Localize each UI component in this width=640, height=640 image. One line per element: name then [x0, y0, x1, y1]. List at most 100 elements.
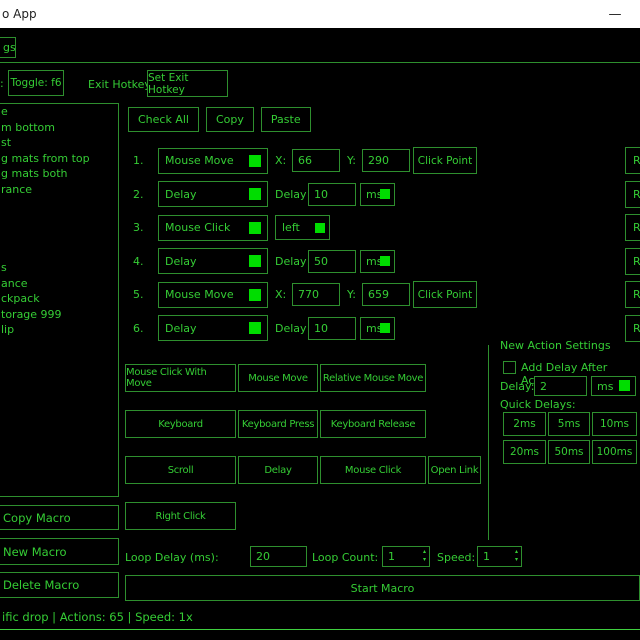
- add-delay-checkbox[interactable]: [503, 361, 516, 374]
- add-action-button-keyboard-press[interactable]: Keyboard Press: [238, 410, 318, 438]
- remove-action-button[interactable]: R: [625, 181, 640, 208]
- action-row: 3. Mouse Click left: [125, 214, 640, 241]
- quick-delay-button-5ms[interactable]: 5ms: [548, 412, 590, 436]
- spinner-arrows-icon[interactable]: ▴▾: [423, 548, 426, 564]
- quick-delay-button-100ms[interactable]: 100ms: [592, 440, 637, 464]
- add-action-button-delay[interactable]: Delay: [238, 456, 318, 484]
- x-input[interactable]: 770: [292, 283, 340, 306]
- delay-input[interactable]: 10: [308, 183, 356, 206]
- add-action-row: Right Click: [125, 502, 236, 530]
- delay-unit-dropdown[interactable]: ms: [591, 376, 636, 396]
- paste-button[interactable]: Paste: [261, 107, 311, 132]
- macro-list-item[interactable]: g mats from top: [0, 151, 118, 167]
- start-macro-button[interactable]: Start Macro: [125, 575, 640, 601]
- macro-list-item[interactable]: lip: [0, 322, 118, 338]
- action-type-dropdown[interactable]: Delay: [158, 315, 268, 341]
- spinner-arrows-icon[interactable]: ▴▾: [515, 548, 518, 564]
- add-action-button-keyboard[interactable]: Keyboard: [125, 410, 236, 438]
- delay-unit-dropdown[interactable]: ms: [360, 183, 395, 206]
- action-type-dropdown[interactable]: Delay: [158, 248, 268, 274]
- macro-list-item[interactable]: torage 999: [0, 307, 118, 323]
- copy-macro-button[interactable]: Copy Macro: [0, 505, 119, 530]
- delay-input[interactable]: 2: [534, 376, 587, 396]
- loop-count-value: 1: [388, 550, 395, 563]
- add-action-button-mouse-click[interactable]: Mouse Click: [320, 456, 426, 484]
- action-toolbar: Check All Copy Paste: [128, 107, 311, 132]
- mouse-button-value: left: [282, 221, 300, 234]
- quick-delay-button-2ms[interactable]: 2ms: [503, 412, 546, 436]
- add-action-row: Mouse Click With MoveMouse MoveRelative …: [125, 364, 426, 392]
- minimize-button[interactable]: —: [598, 0, 632, 28]
- macro-list-item[interactable]: ance: [0, 276, 118, 292]
- macro-list-item[interactable]: ckpack: [0, 291, 118, 307]
- action-type-dropdown[interactable]: Delay: [158, 181, 268, 207]
- add-action-button-open-link[interactable]: Open Link: [428, 456, 481, 484]
- macro-list-top-group: em bottomstg mats from topg mats bothran…: [0, 104, 118, 197]
- toggle-hotkey-button[interactable]: Toggle: f6: [8, 70, 64, 96]
- action-row: 5.Mouse MoveX:770Y:659Click Point: [125, 281, 640, 308]
- panel-divider: [488, 345, 489, 540]
- macro-list-item[interactable]: rance: [0, 182, 118, 198]
- tab-settings[interactable]: gs: [0, 37, 16, 58]
- click-point-button[interactable]: Click Point: [413, 147, 477, 174]
- action-type-value: Delay: [165, 255, 197, 268]
- quick-delay-button-10ms[interactable]: 10ms: [592, 412, 637, 436]
- exit-hotkey-label: Exit Hotkey:: [88, 78, 154, 91]
- speed-spinner[interactable]: 1 ▴▾: [477, 546, 522, 567]
- remove-action-button[interactable]: R: [625, 248, 640, 275]
- dropdown-arrow-icon: [249, 255, 261, 267]
- y-input[interactable]: 659: [362, 283, 410, 306]
- macro-list-item[interactable]: st: [0, 135, 118, 151]
- mouse-button-dropdown[interactable]: left: [275, 215, 330, 240]
- set-exit-hotkey-button[interactable]: Set Exit Hotkey: [147, 70, 228, 97]
- loop-delay-input[interactable]: 20: [250, 546, 307, 567]
- quick-delay-button-50ms[interactable]: 50ms: [548, 440, 590, 464]
- add-action-button-right-click[interactable]: Right Click: [125, 502, 236, 530]
- add-action-button-scroll[interactable]: Scroll: [125, 456, 236, 484]
- remove-action-button[interactable]: R: [625, 214, 640, 241]
- action-type-dropdown[interactable]: Mouse Move: [158, 148, 268, 174]
- add-action-button-relative-mouse-move[interactable]: Relative Mouse Move: [320, 364, 426, 392]
- macro-list-item[interactable]: e: [0, 104, 118, 120]
- delay-unit-dropdown[interactable]: ms: [360, 250, 395, 273]
- remove-action-button[interactable]: R: [625, 315, 640, 342]
- delay-input[interactable]: 10: [308, 317, 356, 340]
- check-all-button[interactable]: Check All: [128, 107, 199, 132]
- loop-count-spinner[interactable]: 1 ▴▾: [382, 546, 430, 567]
- dropdown-arrow-icon: [380, 323, 390, 333]
- action-row: 2.DelayDelay10ms: [125, 181, 640, 208]
- action-type-value: Mouse Click: [165, 221, 230, 234]
- delay-label: Delay:: [500, 380, 534, 393]
- delete-macro-button[interactable]: Delete Macro: [0, 572, 119, 598]
- bottom-border-line: [0, 629, 640, 630]
- action-row-number: 3.: [125, 221, 158, 234]
- delay-unit-dropdown[interactable]: ms: [360, 317, 395, 340]
- dropdown-arrow-icon: [380, 189, 390, 199]
- add-action-button-keyboard-release[interactable]: Keyboard Release: [320, 410, 426, 438]
- action-row: 4.DelayDelay50ms: [125, 248, 640, 275]
- add-action-button-mouse-click-with-move[interactable]: Mouse Click With Move: [125, 364, 236, 392]
- remove-action-button[interactable]: R: [625, 281, 640, 308]
- action-list: 1.Mouse MoveX:66Y:290Click Point2.DelayD…: [125, 147, 640, 348]
- x-input[interactable]: 66: [292, 149, 340, 172]
- copy-button[interactable]: Copy: [206, 107, 254, 132]
- remove-action-button[interactable]: R: [625, 147, 640, 174]
- add-action-button-mouse-move[interactable]: Mouse Move: [238, 364, 318, 392]
- action-type-dropdown[interactable]: Mouse Move: [158, 282, 268, 308]
- y-input[interactable]: 290: [362, 149, 410, 172]
- quick-delay-button-20ms[interactable]: 20ms: [503, 440, 546, 464]
- macro-list-item[interactable]: s: [0, 260, 118, 276]
- dropdown-arrow-icon: [619, 380, 630, 391]
- action-type-value: Mouse Move: [165, 288, 234, 301]
- dropdown-arrow-icon: [249, 322, 261, 334]
- macro-list[interactable]: em bottomstg mats from topg mats bothran…: [0, 103, 119, 497]
- macro-list-item[interactable]: m bottom: [0, 120, 118, 136]
- action-type-dropdown[interactable]: Mouse Click: [158, 215, 268, 241]
- delay-input[interactable]: 50: [308, 250, 356, 273]
- click-point-button[interactable]: Click Point: [413, 281, 477, 308]
- new-macro-button[interactable]: New Macro: [0, 538, 119, 565]
- speed-label: Speed:: [437, 551, 475, 564]
- macro-list-item[interactable]: g mats both: [0, 166, 118, 182]
- add-action-row: KeyboardKeyboard PressKeyboard Release: [125, 410, 426, 438]
- delay-label: Delay: [275, 322, 308, 335]
